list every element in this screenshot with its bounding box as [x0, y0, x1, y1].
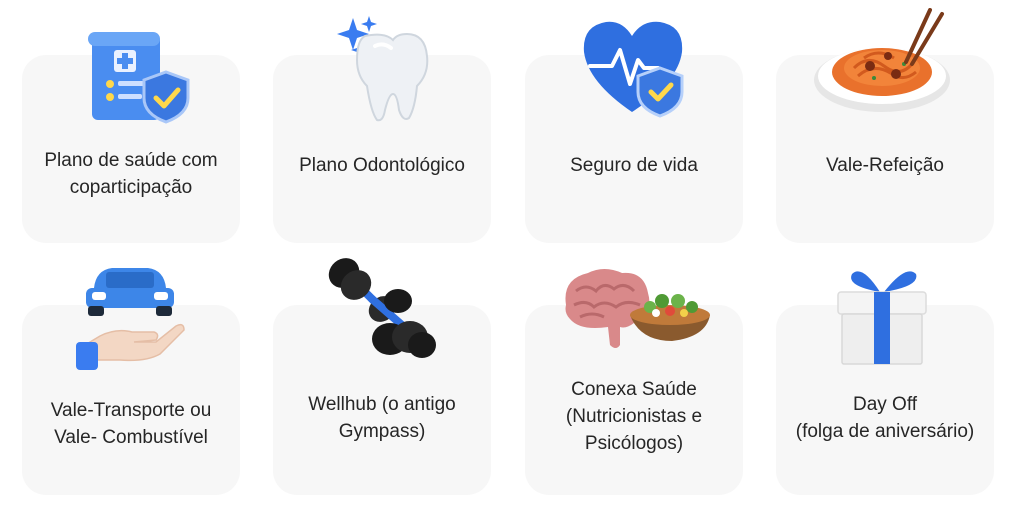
- car-hand-icon: [76, 268, 185, 370]
- health-plan-document-shield-icon: [88, 32, 190, 124]
- dumbbells-icon: [328, 258, 436, 358]
- pasta-plate-icon: [814, 8, 950, 112]
- benefit-label-transport: Vale-Transporte ou Vale- Combustível: [50, 400, 212, 448]
- brain-salad-icon: [565, 269, 710, 348]
- benefit-label-meal-voucher: Vale-Refeição: [826, 155, 944, 176]
- tooth-icon: [337, 16, 429, 122]
- benefit-label-day-off: Day Off (folga de aniversário): [795, 394, 975, 442]
- benefit-label-health-plan: Plano de saúde com coparticipação: [44, 150, 218, 198]
- benefit-label-life-insurance: Seguro de vida: [570, 155, 698, 176]
- benefit-label-wellhub: Wellhub (o antigo Gympass): [308, 394, 456, 442]
- gift-box-icon: [837, 271, 927, 365]
- benefit-label-conexa: Conexa Saúde (Nutricionistas e Psicólogos): [565, 379, 703, 454]
- heart-shield-icon: [583, 21, 684, 118]
- benefit-label-dental-plan: Plano Odontológico: [299, 155, 465, 176]
